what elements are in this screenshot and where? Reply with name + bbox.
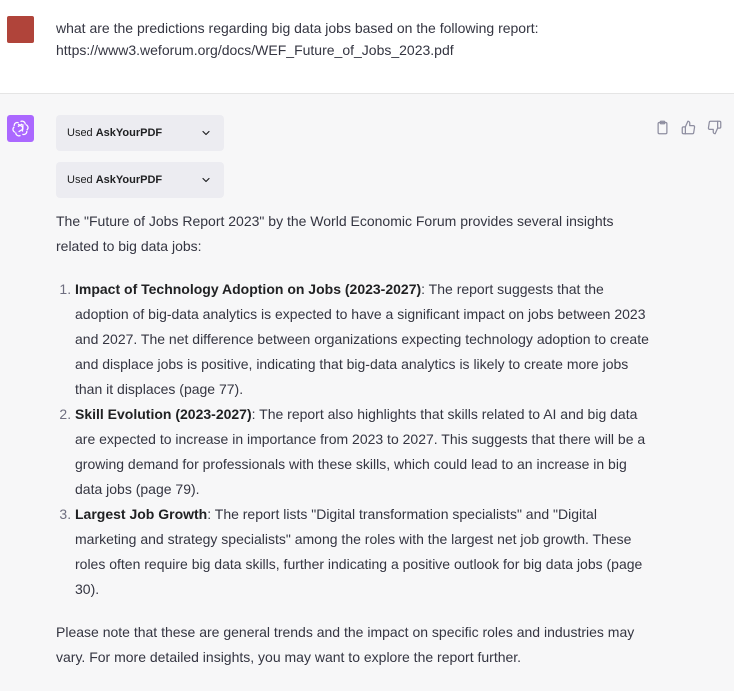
plugin-name: AskYourPDF xyxy=(95,127,163,139)
plugin-name: AskYourPDF xyxy=(95,174,163,186)
assistant-message: Used AskYourPDF Used AskYourPDF The "Fut… xyxy=(0,94,734,691)
list-item-title: Impact of Technology Adoption on Jobs (2… xyxy=(75,281,422,297)
openai-logo-icon xyxy=(7,115,34,142)
user-avatar xyxy=(7,16,34,43)
list-item-text: : The report suggests that the adoption … xyxy=(75,281,649,397)
insights-list: Impact of Technology Adoption on Jobs (2… xyxy=(56,277,656,602)
list-item: Impact of Technology Adoption on Jobs (2… xyxy=(75,277,656,402)
plugin-used-label: Used xyxy=(67,174,93,186)
list-item-title: Largest Job Growth xyxy=(75,506,208,522)
user-message-text: what are the predictions regarding big d… xyxy=(56,17,696,61)
plugin-used-label: Used xyxy=(67,127,93,139)
message-actions xyxy=(653,118,723,136)
chevron-down-icon xyxy=(202,130,210,136)
list-item: Largest Job Growth: The report lists "Di… xyxy=(75,502,656,602)
thumbs-up-icon[interactable] xyxy=(679,118,697,136)
list-item-title: Skill Evolution (2023-2027) xyxy=(75,406,252,422)
list-item: Skill Evolution (2023-2027): The report … xyxy=(75,402,656,502)
user-message-line-1: what are the predictions regarding big d… xyxy=(56,20,539,36)
plugin-used-toggle[interactable]: Used AskYourPDF xyxy=(56,162,224,198)
thumbs-down-icon[interactable] xyxy=(705,118,723,136)
user-message: what are the predictions regarding big d… xyxy=(0,0,734,94)
answer-closing: Please note that these are general trend… xyxy=(56,624,635,665)
chevron-down-icon xyxy=(202,177,210,183)
clipboard-icon[interactable] xyxy=(653,118,671,136)
answer-intro: The "Future of Jobs Report 2023" by the … xyxy=(56,213,614,254)
user-message-line-2: https://www3.weforum.org/docs/WEF_Future… xyxy=(56,42,454,58)
plugin-used-toggle[interactable]: Used AskYourPDF xyxy=(56,115,224,151)
assistant-answer: The "Future of Jobs Report 2023" by the … xyxy=(56,209,656,670)
